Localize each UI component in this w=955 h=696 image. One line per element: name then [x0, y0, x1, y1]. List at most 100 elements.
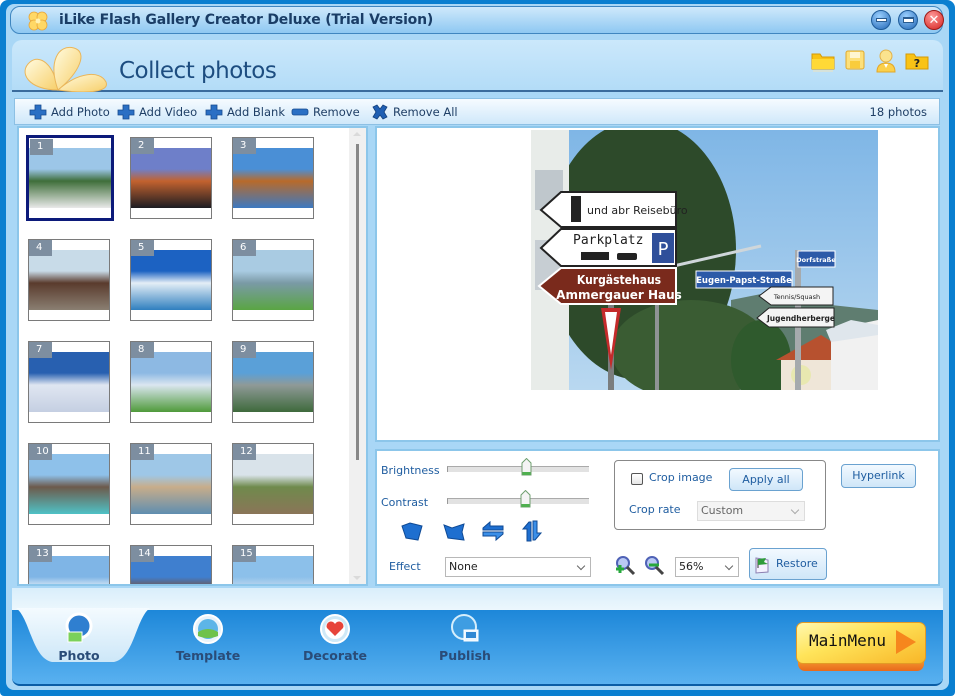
thumbnail-image — [233, 148, 313, 208]
thumbnail-image — [131, 148, 211, 208]
thumbnail-item[interactable]: 10 — [28, 443, 110, 525]
thumbnail-number: 9 — [233, 342, 256, 358]
add-photo-label: Add Photo — [51, 105, 110, 119]
thumbnail-image — [29, 250, 109, 310]
thumbnail-number: 14 — [131, 546, 154, 562]
add-video-button[interactable]: Add Video — [117, 103, 197, 121]
sign-jugendherberge: Jugendherberge — [766, 314, 835, 323]
thumbnail-list[interactable]: 1 2 3 4 5 6 7 8 9 10 11 12 13 14 15 — [17, 126, 368, 586]
flip-vertical-icon[interactable] — [521, 520, 545, 542]
thumbnail-scrollbar[interactable] — [349, 128, 366, 584]
zoom-level-dropdown[interactable]: 56% — [675, 557, 739, 577]
thumbnail-image — [131, 454, 211, 514]
thumbnail-number: 8 — [131, 342, 154, 358]
thumbnail-image — [131, 352, 211, 412]
chevron-down-icon — [576, 561, 586, 571]
rotate-right-icon[interactable] — [442, 520, 466, 542]
sign-reiseburo: und abr Reisebüro — [587, 204, 688, 217]
crop-image-label: Crop image — [649, 471, 713, 484]
thumbnail-number: 4 — [29, 240, 52, 256]
thumbnail-item[interactable]: 5 — [130, 239, 212, 321]
sign-parkplatz: Parkplatz — [573, 233, 643, 248]
status-strip — [12, 588, 943, 610]
thumbnail-item[interactable]: 14 — [130, 545, 212, 584]
title-bar[interactable]: iLike Flash Gallery Creator Deluxe (Tria… — [10, 6, 944, 34]
hyperlink-button[interactable]: Hyperlink — [841, 464, 916, 488]
template-icon — [193, 614, 223, 644]
scroll-up-icon[interactable] — [353, 132, 361, 136]
add-photo-button[interactable]: Add Photo — [29, 103, 110, 121]
contrast-slider[interactable] — [447, 490, 589, 508]
zoom-out-icon[interactable] — [643, 554, 665, 576]
restore-button[interactable]: Restore — [749, 548, 827, 580]
remove-all-button[interactable]: Remove All — [371, 103, 458, 121]
nav-tab-label: Publish — [439, 648, 491, 663]
brightness-slider-thumb[interactable] — [521, 458, 532, 476]
thumbnail-number: 13 — [29, 546, 52, 562]
remove-label: Remove — [313, 105, 360, 119]
thumbnail-item[interactable]: 6 — [232, 239, 314, 321]
thumbnail-image — [29, 148, 111, 208]
remove-all-icon — [372, 104, 388, 120]
user-icon[interactable] — [873, 48, 899, 74]
scrollbar-thumb[interactable] — [356, 144, 359, 460]
nav-tab-publish[interactable]: Publish — [410, 610, 520, 670]
brightness-slider[interactable] — [447, 458, 589, 476]
thumbnail-number: 6 — [233, 240, 256, 256]
minimize-button[interactable] — [871, 10, 891, 30]
main-menu-button[interactable]: MainMenu — [796, 622, 926, 672]
add-blank-label: Add Blank — [227, 105, 285, 119]
add-video-icon — [117, 104, 135, 120]
main-menu-label: MainMenu — [809, 631, 887, 650]
chevron-down-icon — [790, 505, 800, 515]
nav-tab-template[interactable]: Template — [153, 610, 263, 670]
remove-button[interactable]: Remove — [291, 103, 360, 121]
open-folder-icon[interactable] — [810, 48, 836, 74]
save-icon[interactable] — [842, 48, 868, 74]
thumbnail-item[interactable]: 9 — [232, 341, 314, 423]
crop-rate-value: Custom — [701, 504, 744, 517]
close-button[interactable]: ✕ — [924, 10, 944, 30]
rotate-left-icon[interactable] — [400, 520, 424, 542]
thumbnail-item[interactable]: 11 — [130, 443, 212, 525]
sign-ammergauer: Ammergauer Haus — [556, 288, 682, 302]
thumbnail-item[interactable]: 1 — [26, 135, 114, 221]
thumbnail-image — [233, 250, 313, 310]
help-icon[interactable]: ? — [904, 48, 930, 74]
add-blank-button[interactable]: Add Blank — [205, 103, 285, 121]
photo-preview-panel: und abr Reisebüro Parkplatz P Kurgästeha… — [375, 126, 940, 442]
thumbnail-item[interactable]: 3 — [232, 137, 314, 219]
sign-kurgastehaus: Kurgästehaus — [577, 273, 661, 287]
thumbnail-number: 3 — [233, 138, 256, 154]
contrast-slider-thumb[interactable] — [520, 490, 531, 508]
sign-dorfstrasse: Dorfstraße — [796, 256, 836, 264]
zoom-in-icon[interactable] — [614, 554, 636, 576]
thumbnail-item[interactable]: 15 — [232, 545, 314, 584]
effect-dropdown[interactable]: None — [445, 557, 591, 577]
nav-tab-photo[interactable]: Photo — [24, 610, 134, 670]
restore-label: Restore — [776, 557, 818, 570]
thumbnail-image — [29, 352, 109, 412]
thumbnail-item[interactable]: 7 — [28, 341, 110, 423]
crop-rate-dropdown[interactable]: Custom — [697, 501, 805, 521]
thumbnail-item[interactable]: 8 — [130, 341, 212, 423]
scroll-down-icon[interactable] — [353, 576, 361, 580]
thumbnail-item[interactable]: 12 — [232, 443, 314, 525]
thumbnail-image — [233, 352, 313, 412]
add-blank-icon — [205, 104, 223, 120]
thumbnail-item[interactable]: 4 — [28, 239, 110, 321]
photo-toolbar: Add Photo Add Video Add Blank Remove Rem… — [14, 98, 940, 125]
apply-all-button[interactable]: Apply all — [729, 468, 803, 491]
crop-image-checkbox[interactable] — [631, 473, 643, 485]
nav-tab-decorate[interactable]: Decorate — [280, 610, 390, 670]
add-photo-icon — [29, 104, 47, 120]
thumbnail-number: 15 — [233, 546, 256, 562]
play-arrow-icon — [896, 630, 916, 654]
thumbnail-number: 12 — [233, 444, 256, 460]
flip-horizontal-icon[interactable] — [481, 520, 505, 542]
minimize-icon — [875, 18, 887, 22]
thumbnail-item[interactable]: 13 — [28, 545, 110, 584]
publish-icon — [451, 614, 479, 642]
maximize-button[interactable] — [898, 10, 918, 30]
thumbnail-item[interactable]: 2 — [130, 137, 212, 219]
